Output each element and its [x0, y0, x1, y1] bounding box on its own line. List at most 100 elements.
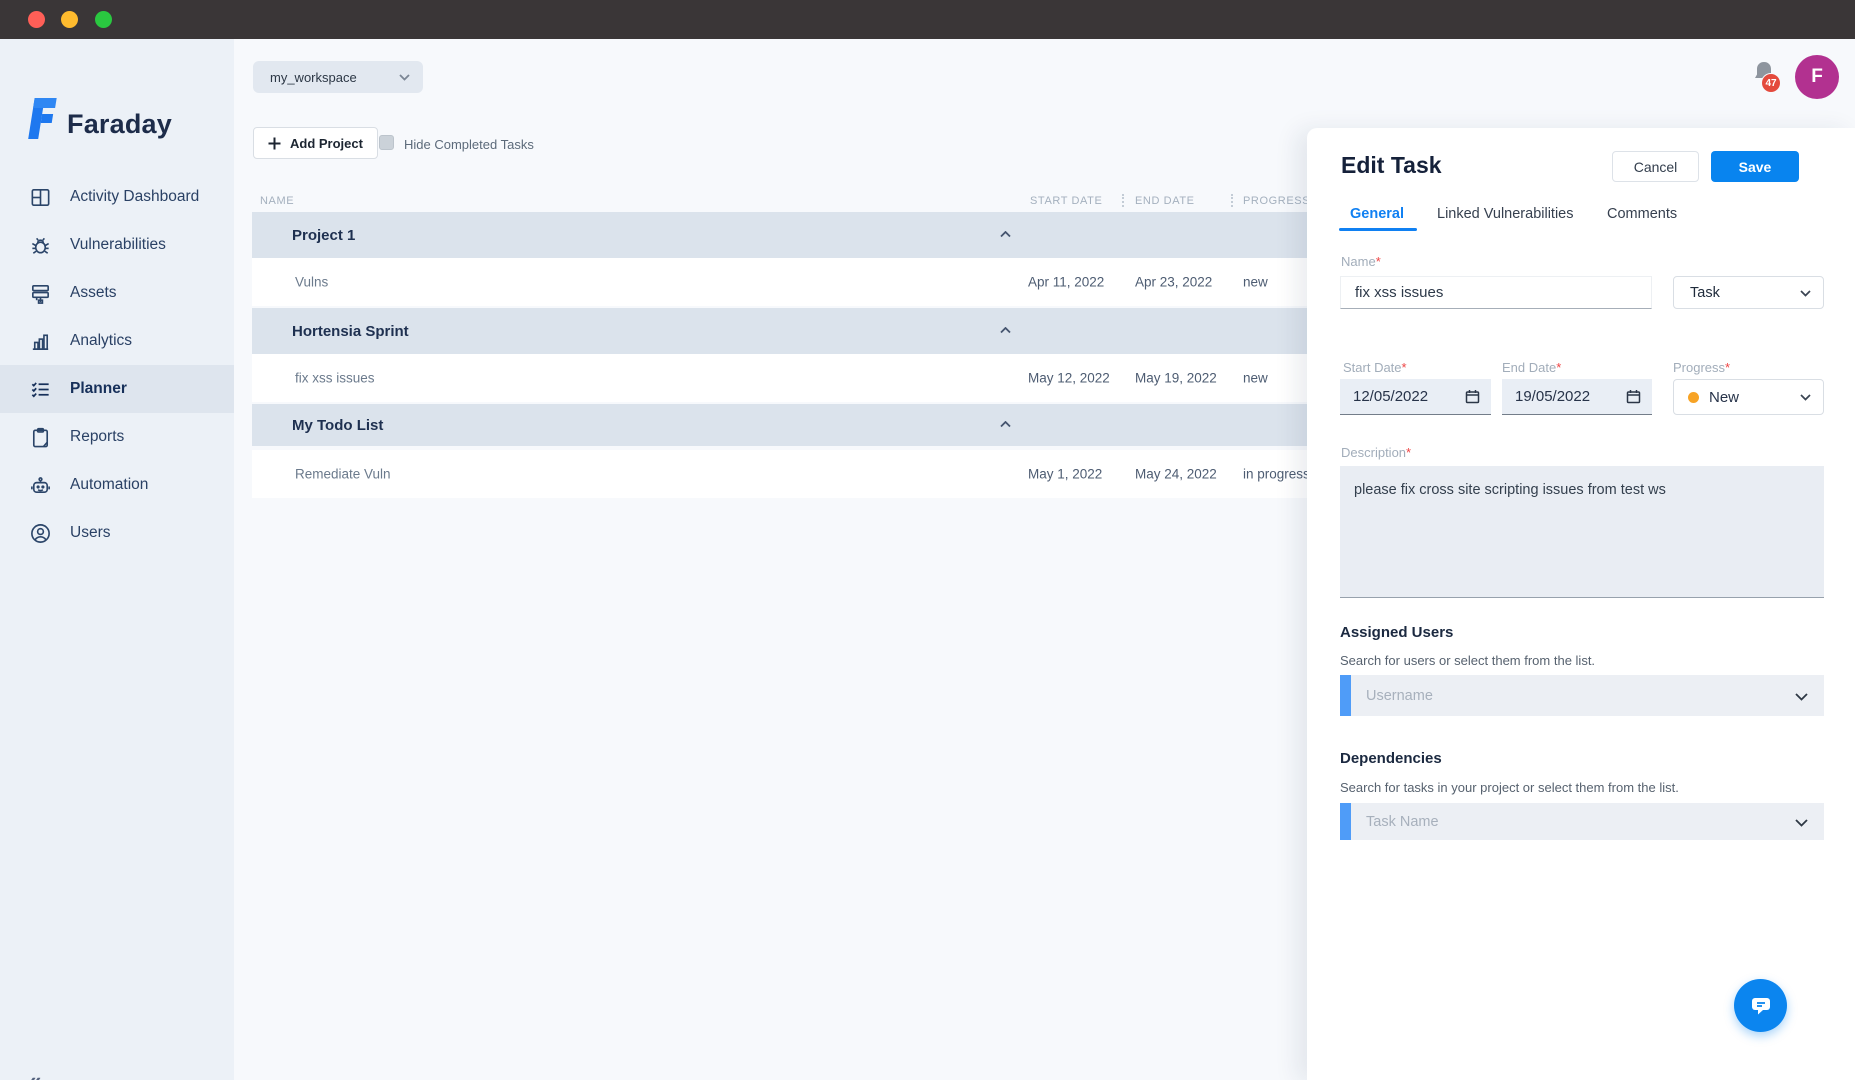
chevron-down-icon	[1800, 290, 1811, 297]
sidebar-item-users[interactable]: Users	[0, 509, 234, 557]
sidebar-item-activity-dashboard[interactable]: Activity Dashboard	[0, 173, 234, 221]
name-label: Name*	[1341, 254, 1381, 269]
project-group-row[interactable]: Hortensia Sprint	[252, 308, 1328, 354]
user-avatar[interactable]: F	[1795, 55, 1839, 99]
task-end-date: Apr 23, 2022	[1135, 275, 1212, 290]
task-end-date: May 24, 2022	[1135, 467, 1217, 482]
combo-accent-bar	[1340, 675, 1351, 716]
workspace-selector-value: my_workspace	[270, 70, 357, 85]
column-header-start-date: START DATE	[1030, 195, 1102, 207]
sidebar-item-assets[interactable]: Assets	[0, 269, 234, 317]
dependencies-heading: Dependencies	[1340, 750, 1442, 767]
hide-completed-checkbox[interactable]	[379, 135, 394, 150]
add-project-button[interactable]: Add Project	[253, 127, 378, 159]
chat-bubble-icon	[1749, 994, 1773, 1018]
column-separator	[1122, 194, 1124, 207]
sidebar-item-label: Automation	[70, 476, 148, 494]
save-button[interactable]: Save	[1711, 151, 1799, 182]
task-row[interactable]: Remediate Vuln May 1, 2022 May 24, 2022 …	[252, 450, 1328, 498]
sidebar-item-label: Vulnerabilities	[70, 236, 166, 254]
notification-count-badge: 47	[1761, 73, 1781, 93]
faraday-logo-icon	[27, 96, 59, 141]
add-project-label: Add Project	[290, 136, 363, 151]
calendar-icon[interactable]	[1626, 389, 1641, 404]
assets-icon	[28, 281, 52, 305]
dependencies-select[interactable]: Task Name	[1340, 803, 1824, 840]
group-name: Project 1	[292, 227, 355, 244]
sidebar-item-label: Users	[70, 524, 110, 542]
sidebar-item-label: Analytics	[70, 332, 132, 350]
start-date-label: Start Date*	[1343, 360, 1407, 375]
assigned-users-placeholder: Username	[1366, 688, 1433, 704]
sidebar-item-reports[interactable]: Reports	[0, 413, 234, 461]
tab-general[interactable]: General	[1350, 206, 1404, 222]
planner-icon	[28, 377, 52, 401]
description-label: Description*	[1341, 445, 1411, 460]
chevron-down-icon	[399, 74, 410, 81]
progress-label: Progress*	[1673, 360, 1730, 375]
assigned-users-helper: Search for users or select them from the…	[1340, 653, 1595, 668]
chat-fab-button[interactable]	[1734, 979, 1787, 1032]
bug-icon	[28, 233, 52, 257]
window-titlebar	[0, 0, 1855, 39]
description-textarea[interactable]: please fix cross site scripting issues f…	[1340, 466, 1824, 598]
plus-icon	[268, 137, 281, 150]
calendar-icon[interactable]	[1465, 389, 1480, 404]
dependencies-helper: Search for tasks in your project or sele…	[1340, 780, 1679, 795]
dependencies-placeholder: Task Name	[1366, 814, 1439, 830]
collapse-caret-icon[interactable]	[1000, 421, 1011, 428]
group-name: My Todo List	[292, 417, 383, 434]
sidebar-item-planner[interactable]: Planner	[0, 365, 234, 413]
analytics-icon	[28, 329, 52, 353]
column-header-progress: PROGRESS	[1243, 195, 1310, 207]
column-separator	[1231, 194, 1233, 207]
assigned-users-select[interactable]: Username	[1340, 675, 1824, 716]
progress-select[interactable]: New	[1673, 379, 1824, 415]
task-start-date: May 1, 2022	[1028, 467, 1102, 482]
collapse-caret-icon[interactable]	[1000, 327, 1011, 334]
task-row[interactable]: Vulns Apr 11, 2022 Apr 23, 2022 new	[252, 258, 1328, 306]
project-group-row[interactable]: My Todo List	[252, 404, 1328, 446]
active-tab-indicator	[1339, 228, 1417, 231]
start-date-value: 12/05/2022	[1353, 388, 1428, 405]
sidebar-collapse-button[interactable]: «	[29, 1068, 40, 1080]
end-date-value: 19/05/2022	[1515, 388, 1590, 405]
task-name: fix xss issues	[295, 371, 375, 386]
end-date-input[interactable]: 19/05/2022	[1502, 379, 1652, 415]
sidebar: Faraday Activity Dashboard Vulnerabiliti…	[0, 39, 234, 1080]
reports-icon	[28, 425, 52, 449]
sidebar-item-label: Planner	[70, 380, 127, 398]
close-window-button[interactable]	[28, 11, 45, 28]
sidebar-nav: Activity Dashboard Vulnerabilities Asset…	[0, 173, 234, 557]
cancel-button[interactable]: Cancel	[1612, 151, 1699, 182]
task-name: Vulns	[295, 275, 328, 290]
maximize-window-button[interactable]	[95, 11, 112, 28]
collapse-caret-icon[interactable]	[1000, 231, 1011, 238]
task-start-date: Apr 11, 2022	[1028, 275, 1104, 290]
minimize-window-button[interactable]	[61, 11, 78, 28]
task-type-value: Task	[1690, 285, 1720, 301]
task-start-date: May 12, 2022	[1028, 371, 1110, 386]
workspace-selector[interactable]: my_workspace	[253, 61, 423, 93]
task-name-input[interactable]	[1340, 276, 1652, 309]
chevron-down-icon	[1795, 693, 1808, 701]
tab-comments[interactable]: Comments	[1607, 206, 1677, 222]
group-name: Hortensia Sprint	[292, 323, 409, 340]
sidebar-item-analytics[interactable]: Analytics	[0, 317, 234, 365]
task-end-date: May 19, 2022	[1135, 371, 1217, 386]
project-group-row[interactable]: Project 1	[252, 212, 1328, 258]
brand-name: Faraday	[67, 109, 172, 140]
sidebar-item-vulnerabilities[interactable]: Vulnerabilities	[0, 221, 234, 269]
chevron-down-icon	[1800, 394, 1811, 401]
sidebar-item-automation[interactable]: Automation	[0, 461, 234, 509]
column-header-name: NAME	[260, 195, 294, 207]
task-progress: in progress	[1243, 467, 1310, 482]
task-progress: new	[1243, 275, 1268, 290]
task-row[interactable]: fix xss issues May 12, 2022 May 19, 2022…	[252, 354, 1328, 402]
assigned-users-heading: Assigned Users	[1340, 624, 1453, 641]
task-progress: new	[1243, 371, 1268, 386]
start-date-input[interactable]: 12/05/2022	[1340, 379, 1491, 415]
tab-linked-vulnerabilities[interactable]: Linked Vulnerabilities	[1437, 206, 1574, 222]
end-date-label: End Date*	[1502, 360, 1561, 375]
task-type-select[interactable]: Task	[1673, 276, 1824, 309]
